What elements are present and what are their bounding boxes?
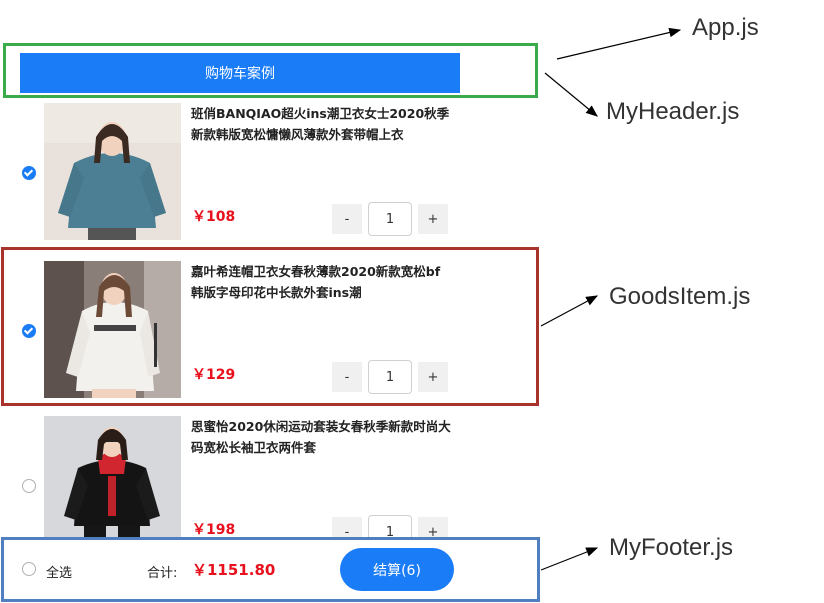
arrow-header [544, 72, 598, 117]
arrow-app [556, 27, 682, 60]
arrow-goodsitem [540, 295, 599, 327]
annotation-goodsitem: GoodsItem.js [609, 283, 751, 310]
annotation-app: App.js [692, 14, 759, 41]
annotation-myfooter: MyFooter.js [609, 534, 734, 561]
arrow-footer [540, 547, 599, 571]
annotation-myheader: MyHeader.js [606, 98, 740, 125]
